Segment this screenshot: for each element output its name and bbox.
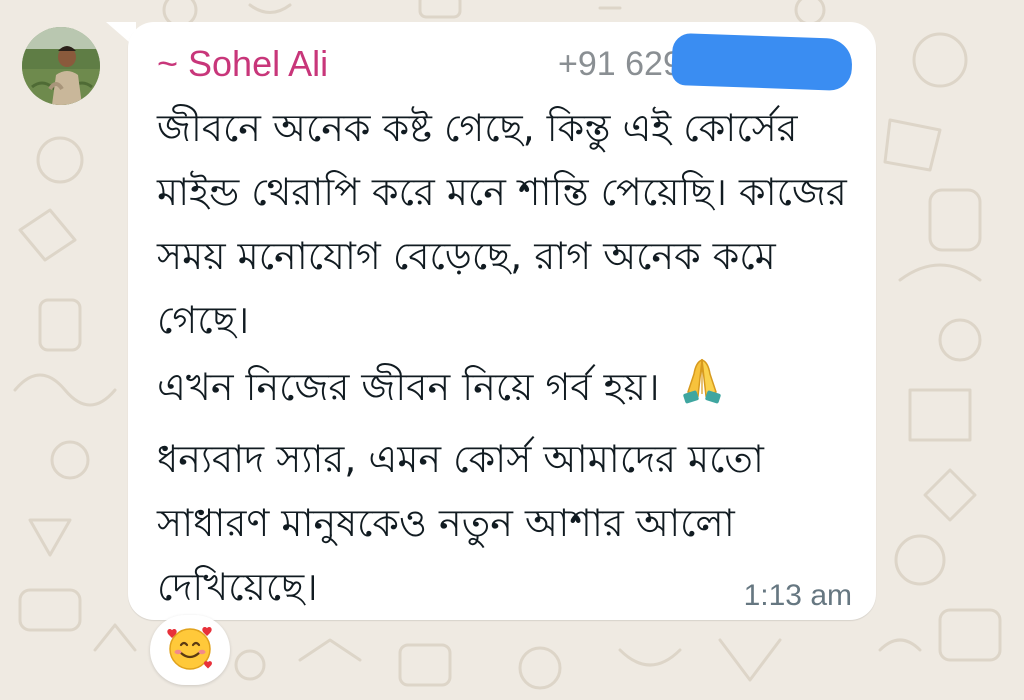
smiling-face-with-hearts-icon <box>164 622 216 678</box>
redaction-mark <box>671 32 853 92</box>
sender-name[interactable]: ~ Sohel Ali <box>157 40 328 88</box>
message-timestamp: 1:13 am <box>743 579 852 612</box>
message-paragraph-text: এখন নিজের জীবন নিয়ে গর্ব হয়। <box>157 365 660 409</box>
message-text: জীবনে অনেক কষ্ট গেছে, কিন্তু এই কোর্সের … <box>157 96 847 619</box>
message-paragraph: জীবনে অনেক কষ্ট গেছে, কিন্তু এই কোর্সের … <box>157 106 847 342</box>
message-paragraph-with-emoji: এখন নিজের জীবন নিয়ে গর্ব হয়। <box>157 354 847 425</box>
sender-avatar[interactable] <box>22 27 100 105</box>
reaction-badge[interactable] <box>150 615 230 685</box>
folded-hands-icon <box>680 354 724 425</box>
